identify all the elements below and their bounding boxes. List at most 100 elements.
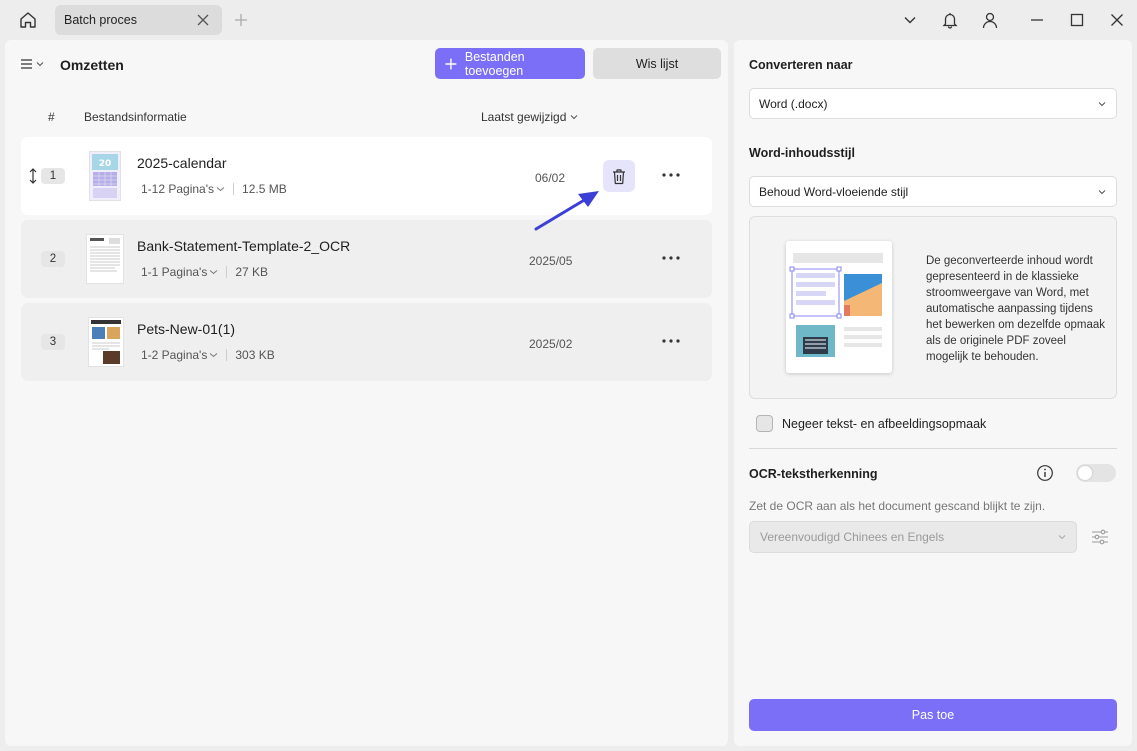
file-meta: 1-1 Pagina's 27 KB (141, 265, 268, 279)
more-options-button[interactable] (661, 167, 681, 183)
more-options-button[interactable] (661, 250, 681, 266)
column-header-last-modified-label: Laatst gewijzigd (481, 110, 567, 124)
delete-button[interactable] (603, 160, 635, 192)
divider (749, 448, 1117, 449)
maximize-button[interactable] (1067, 10, 1087, 30)
divider (233, 183, 235, 195)
ignore-format-option[interactable]: Negeer tekst- en afbeeldingsopmaak (756, 415, 986, 432)
account-button[interactable] (980, 10, 1000, 30)
file-date: 2025/05 (529, 254, 573, 268)
file-meta: 1-2 Pagina's 303 KB (141, 348, 275, 362)
row-number: 1 (41, 168, 65, 184)
clear-list-button[interactable]: Wis lijst (593, 48, 721, 79)
file-name: Bank-Statement-Template-2_OCR (137, 238, 351, 254)
file-thumbnail (89, 318, 123, 366)
settings-panel: Converteren naar Word (.docx) Word-inhou… (734, 40, 1132, 746)
settings-sliders-icon[interactable] (1090, 527, 1110, 547)
home-icon (20, 12, 36, 28)
clear-list-label: Wis lijst (635, 56, 679, 71)
svg-text:20: 20 (99, 159, 112, 169)
chevron-down-icon[interactable] (216, 185, 225, 193)
dropdown-button[interactable] (900, 10, 920, 30)
notifications-button[interactable] (940, 10, 960, 30)
tab-batch[interactable]: Batch proces (55, 5, 222, 35)
column-header-last-modified[interactable]: Laatst gewijzigd (481, 110, 578, 124)
file-row[interactable]: 3 Pets-New-01(1) 1-2 Pagina's 303 KB 202… (21, 303, 712, 381)
bell-icon (942, 13, 958, 29)
title-bar: Batch proces (0, 0, 1137, 40)
style-description: De geconverteerde inhoud wordt gepresent… (926, 255, 1105, 363)
chevron-down-icon (36, 62, 44, 67)
divider (226, 266, 228, 278)
file-size: 12.5 MB (242, 182, 287, 196)
ocr-toggle[interactable] (1076, 464, 1116, 482)
more-options-button[interactable] (661, 333, 681, 349)
file-row[interactable]: 2 Bank-Statement-Template-2_OCR 1-1 Pagi… (21, 220, 712, 298)
document-illustration (786, 241, 892, 373)
ocr-language-value: Vereenvoudigd Chinees en Engels (760, 530, 945, 544)
word-style-label: Word-inhoudsstijl (749, 146, 856, 160)
convert-format-select[interactable]: Word (.docx) (749, 88, 1117, 119)
minimize-icon (1031, 19, 1043, 21)
column-header-file-info: Bestandsinformatie (84, 110, 187, 124)
more-icon (662, 173, 680, 177)
toggle-knob (1078, 466, 1092, 480)
page-range[interactable]: 1-12 Pagina's (141, 182, 214, 196)
file-row[interactable]: 1 20 2025-calendar 1-12 Pagina's 12.5 MB… (21, 137, 712, 215)
divider (226, 349, 228, 361)
hamburger-icon (21, 59, 32, 69)
more-icon (662, 339, 680, 343)
ocr-language-select[interactable]: Vereenvoudigd Chinees en Engels (749, 521, 1077, 553)
ignore-format-checkbox[interactable] (756, 415, 773, 432)
chevron-down-icon (571, 115, 578, 120)
close-window-button[interactable] (1107, 10, 1127, 30)
close-icon[interactable] (196, 13, 210, 27)
drag-handle-icon[interactable] (28, 167, 38, 185)
plus-icon[interactable] (233, 12, 249, 28)
add-files-button[interactable]: Bestanden toevoegen (435, 48, 585, 79)
add-files-label: Bestanden toevoegen (464, 49, 525, 78)
apply-button[interactable]: Pas toe (749, 699, 1117, 731)
annotation-arrow-icon (534, 191, 599, 231)
column-header-number: # (48, 110, 55, 124)
chevron-down-icon (1098, 190, 1106, 195)
ocr-hint: Zet de OCR aan als het document gescand … (749, 499, 1046, 513)
ocr-label: OCR-tekstherkenning (749, 467, 878, 481)
convert-to-label: Converteren naar (749, 58, 853, 72)
tab-label: Batch proces (64, 13, 137, 27)
convert-format-value: Word (.docx) (759, 96, 828, 111)
chevron-down-icon (904, 17, 916, 24)
file-thumbnail (87, 235, 123, 283)
word-style-select[interactable]: Behoud Word-vloeiende stijl (749, 176, 1117, 207)
close-window-icon (1111, 14, 1123, 26)
chevron-down-icon[interactable] (209, 268, 218, 276)
file-size: 27 KB (235, 265, 269, 279)
info-icon[interactable] (1036, 464, 1054, 482)
chevron-down-icon (1058, 535, 1066, 540)
minimize-button[interactable] (1027, 10, 1047, 30)
word-style-value: Behoud Word-vloeiende stijl (759, 184, 909, 199)
row-number: 3 (41, 334, 65, 350)
page-range[interactable]: 1-2 Pagina's (141, 348, 207, 362)
file-thumbnail: 20 (90, 152, 120, 200)
file-date: 2025/02 (529, 337, 573, 351)
home-button[interactable] (14, 8, 42, 32)
row-number: 2 (41, 251, 65, 267)
file-size: 303 KB (235, 348, 275, 362)
page-range[interactable]: 1-1 Pagina's (141, 265, 207, 279)
chevron-down-icon[interactable] (209, 351, 218, 359)
trash-icon (613, 168, 625, 184)
more-icon (662, 256, 680, 260)
style-preview-card: De geconverteerde inhoud wordt gepresent… (749, 216, 1117, 399)
file-date: 06/02 (535, 171, 566, 185)
user-icon (982, 12, 998, 29)
file-meta: 1-12 Pagina's 12.5 MB (141, 182, 287, 196)
maximize-icon (1070, 13, 1084, 27)
chevron-down-icon (1098, 102, 1106, 107)
ignore-format-label: Negeer tekst- en afbeeldingsopmaak (782, 416, 987, 431)
menu-button[interactable] (20, 56, 48, 72)
file-list-panel: Omzetten Bestanden toevoegen Wis lijst #… (5, 40, 728, 746)
plus-icon (445, 58, 457, 69)
file-name: Pets-New-01(1) (137, 321, 236, 337)
page-title: Omzetten (60, 57, 124, 73)
